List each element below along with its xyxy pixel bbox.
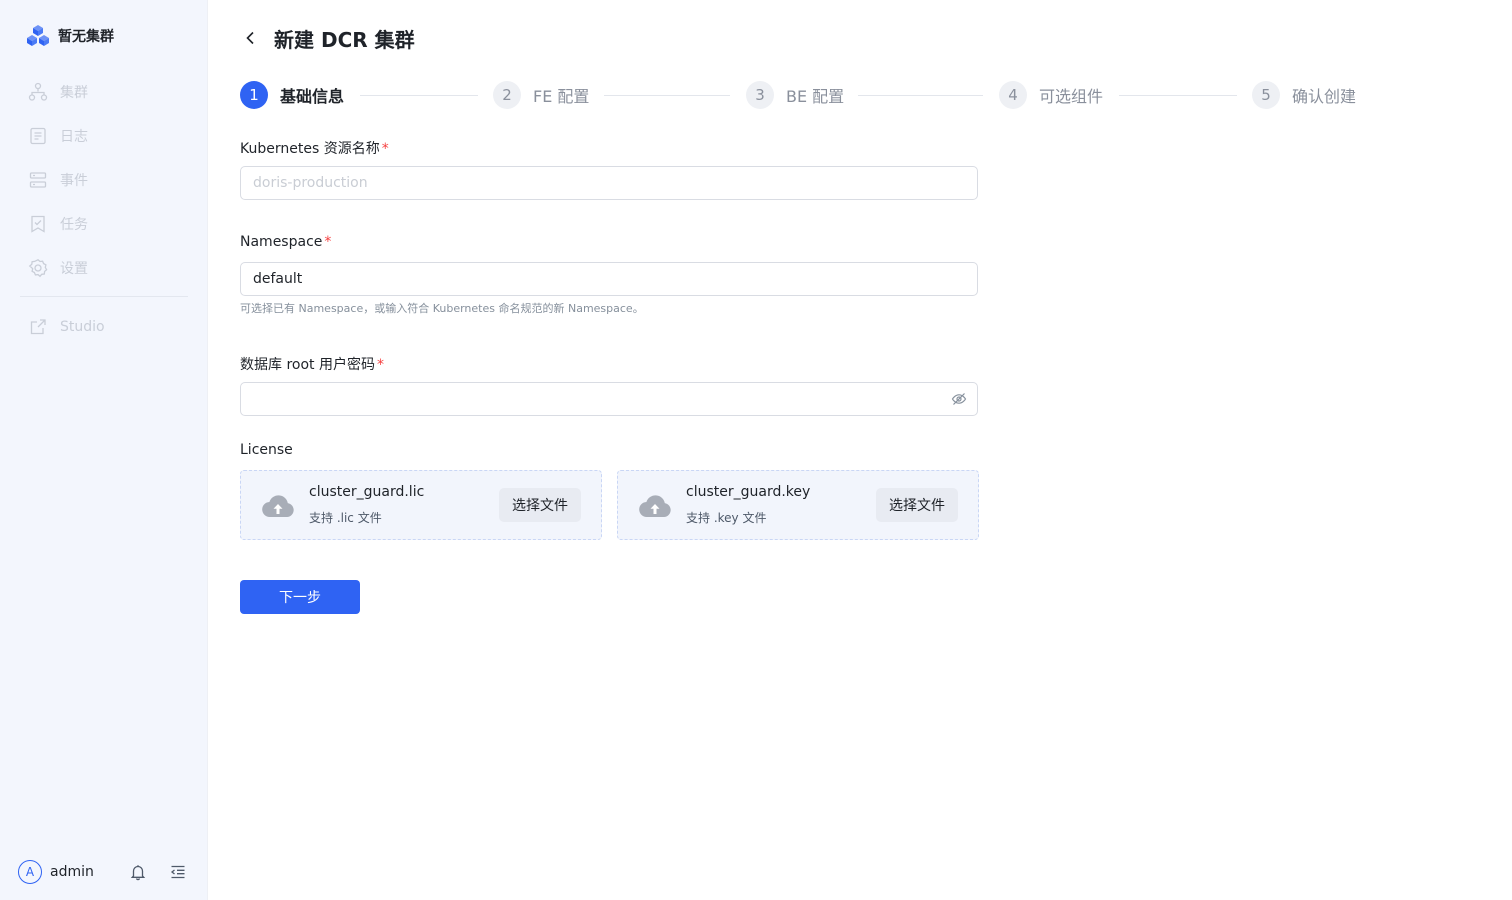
password-input[interactable] — [240, 382, 978, 416]
task-icon — [31, 215, 45, 233]
namespace-label: Namespace * — [240, 234, 331, 250]
license-file-hint: 支持 .lic 文件 — [309, 511, 382, 525]
password-label-text: 数据库 root 用户密码 — [240, 357, 375, 373]
nav-divider — [20, 296, 188, 297]
namespace-help-text: 可选择已有 Namespace，或输入符合 Kubernetes 命名规范的新 … — [240, 302, 644, 315]
sidebar-item-cluster[interactable]: 集群 — [18, 76, 190, 108]
required-mark: * — [376, 357, 384, 373]
resource-name-input[interactable]: doris-production — [240, 166, 978, 200]
step-connector — [360, 95, 478, 96]
step-connector — [858, 95, 983, 96]
choose-file-button[interactable]: 选择文件 — [876, 488, 958, 522]
step-4[interactable]: 4 可选组件 — [999, 80, 1103, 110]
step-3[interactable]: 3 BE 配置 — [746, 80, 844, 110]
cloud-upload-icon — [639, 495, 671, 518]
sidebar-item-label: Studio — [60, 319, 105, 335]
namespace-label-text: Namespace — [240, 234, 323, 250]
cloud-upload-icon — [262, 495, 294, 518]
step-connector — [1119, 95, 1237, 96]
resource-name-label: Kubernetes 资源名称 * — [240, 138, 389, 158]
namespace-input[interactable]: default — [240, 262, 978, 296]
sidebar-item-label: 日志 — [60, 129, 88, 145]
license-file-name: cluster_guard.lic — [309, 484, 425, 500]
sidebar-item-settings[interactable]: 设置 — [18, 252, 190, 284]
sidebar-item-task[interactable]: 任务 — [18, 208, 190, 240]
step-label: FE 配置 — [533, 87, 590, 106]
sidebar-item-studio[interactable]: Studio — [18, 311, 190, 343]
sidebar-nav: 集群 日志 事件 任务 设置 Studio — [18, 76, 190, 355]
step-label: BE 配置 — [786, 87, 845, 106]
choose-file-button[interactable]: 选择文件 — [499, 488, 581, 522]
license-lic-upload[interactable]: cluster_guard.lic 支持 .lic 文件 选择文件 — [240, 470, 602, 540]
collapse-menu-icon[interactable] — [169, 863, 187, 881]
step-connector — [604, 95, 730, 96]
next-step-button[interactable]: 下一步 — [240, 580, 360, 614]
license-file-hint: 支持 .key 文件 — [686, 511, 767, 525]
log-icon — [30, 127, 46, 145]
step-number: 3 — [746, 81, 774, 109]
license-file-name: cluster_guard.key — [686, 484, 811, 500]
eye-off-icon[interactable] — [951, 391, 967, 407]
main-content: 新建 DCR 集群 1 基础信息 2 FE 配置 3 BE 配置 4 可选组件 … — [208, 0, 1512, 900]
page-title: 新建 DCR 集群 — [274, 27, 415, 52]
avatar[interactable]: A — [18, 860, 42, 884]
brand-name: 暂无集群 — [58, 29, 114, 45]
sidebar: 暂无集群 集群 日志 事件 任务 设置 Studio A admin — [0, 0, 208, 900]
bell-icon[interactable] — [129, 863, 147, 881]
step-label: 确认创建 — [1292, 87, 1357, 106]
sidebar-item-label: 集群 — [60, 85, 88, 101]
resource-name-label-text: Kubernetes 资源名称 — [240, 141, 380, 157]
back-arrow-icon[interactable] — [242, 29, 260, 47]
cluster-switcher[interactable]: 暂无集群 — [26, 24, 114, 48]
sidebar-item-log[interactable]: 日志 — [18, 120, 190, 152]
password-label: 数据库 root 用户密码 * — [240, 354, 384, 374]
step-number: 5 — [1252, 81, 1280, 109]
cube-stack-icon — [27, 25, 49, 46]
resource-name-placeholder: doris-production — [253, 175, 368, 191]
step-1[interactable]: 1 基础信息 — [240, 80, 344, 110]
sidebar-item-label: 事件 — [60, 173, 88, 189]
sidebar-item-event[interactable]: 事件 — [18, 164, 190, 196]
step-2[interactable]: 2 FE 配置 — [493, 80, 589, 110]
external-link-icon — [30, 319, 46, 335]
page-header: 新建 DCR 集群 — [242, 22, 415, 54]
step-label: 可选组件 — [1039, 87, 1104, 106]
namespace-value: default — [253, 271, 303, 287]
event-icon — [29, 172, 47, 188]
step-label: 基础信息 — [280, 87, 345, 106]
settings-icon — [28, 259, 48, 278]
stepper: 1 基础信息 2 FE 配置 3 BE 配置 4 可选组件 5 确认创建 — [240, 80, 1360, 110]
license-label: License — [240, 442, 293, 458]
username[interactable]: admin — [50, 864, 94, 880]
license-key-upload[interactable]: cluster_guard.key 支持 .key 文件 选择文件 — [617, 470, 979, 540]
sidebar-footer: A admin — [18, 858, 190, 886]
required-mark: * — [381, 141, 389, 157]
step-number: 2 — [493, 81, 521, 109]
required-mark: * — [324, 234, 332, 250]
step-number: 4 — [999, 81, 1027, 109]
step-5[interactable]: 5 确认创建 — [1252, 80, 1356, 110]
sidebar-item-label: 任务 — [60, 217, 88, 233]
cluster-icon — [28, 82, 48, 101]
step-number: 1 — [240, 81, 268, 109]
sidebar-item-label: 设置 — [60, 261, 88, 277]
